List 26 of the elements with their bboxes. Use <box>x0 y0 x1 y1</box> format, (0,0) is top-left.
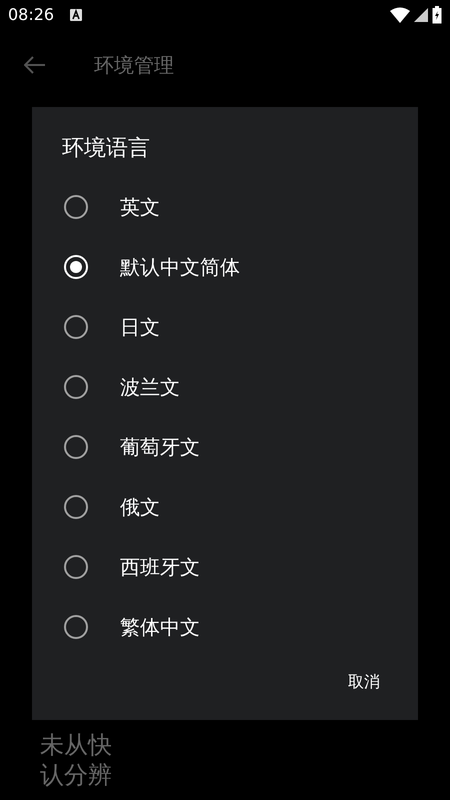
language-option[interactable]: 繁体中文 <box>32 597 418 657</box>
radio-button[interactable] <box>64 615 88 639</box>
language-option[interactable]: 默认中文简体 <box>32 237 418 297</box>
battery-icon <box>432 6 442 24</box>
radio-button[interactable] <box>64 495 88 519</box>
language-option[interactable]: 日文 <box>32 297 418 357</box>
notification-icon <box>70 9 82 21</box>
language-option[interactable]: 波兰文 <box>32 357 418 417</box>
language-option[interactable]: 俄文 <box>32 477 418 537</box>
radio-button[interactable] <box>64 375 88 399</box>
language-option[interactable]: 西班牙文 <box>32 537 418 597</box>
wifi-icon <box>390 7 410 23</box>
back-arrow-icon[interactable] <box>24 56 46 74</box>
radio-button[interactable] <box>64 555 88 579</box>
setting-label: 认分辨 <box>40 760 112 790</box>
radio-button[interactable] <box>64 195 88 219</box>
language-option[interactable]: 葡萄牙文 <box>32 417 418 477</box>
signal-icon <box>414 8 428 22</box>
status-time: 08:26 <box>8 4 54 26</box>
dialog-title: 环境语言 <box>61 135 151 163</box>
setting-label: 未从快 <box>40 730 112 760</box>
app-bar-title: 环境管理 <box>94 52 174 79</box>
radio-button[interactable] <box>64 435 88 459</box>
radio-button[interactable] <box>64 315 88 339</box>
cancel-button[interactable]: 取消 <box>340 662 388 702</box>
language-option[interactable]: 英文 <box>32 177 418 237</box>
